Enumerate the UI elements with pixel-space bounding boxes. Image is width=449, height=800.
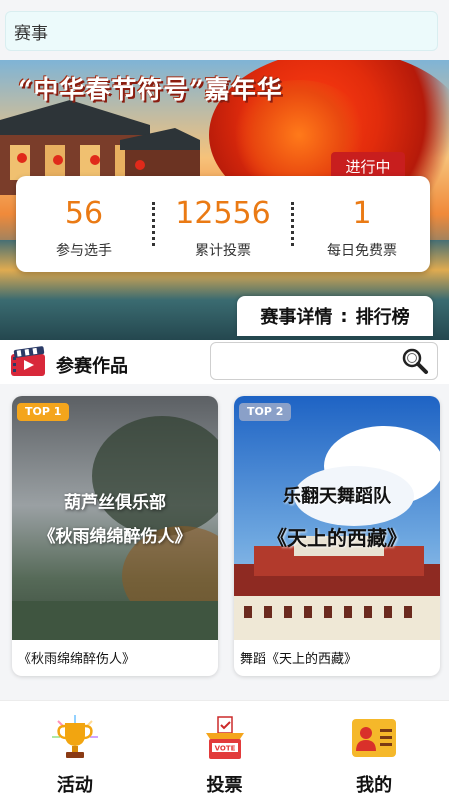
works-section-title: 参赛作品 <box>56 356 128 377</box>
stat-value: 12556 <box>175 196 271 231</box>
works-section-header: 参赛作品 <box>0 340 449 384</box>
event-search-placeholder: 赛事 <box>14 23 48 44</box>
stats-card: 56 参与选手 12556 累计投票 1 每日免费票 <box>16 176 430 272</box>
trophy-icon <box>51 715 98 758</box>
entry-caption: 《秋雨绵绵醉伤人》 <box>18 652 136 667</box>
entry-card[interactable]: TOP 1 葫芦丝俱乐部 《秋雨绵绵醉伤人》 《秋雨绵绵醉伤人》 <box>12 396 218 676</box>
banner-title: “中华春节符号”嘉年华 <box>18 75 283 104</box>
event-tabs: 赛事详情 : 排行榜 <box>237 296 433 336</box>
app-root: 赛事 “中华春节符号”嘉年华 进行中 56 参与选手 12556 累计投票 1 … <box>0 0 449 800</box>
rank-badge: TOP 1 <box>17 403 70 421</box>
entry-card[interactable]: TOP 2 乐翻天舞蹈队 《天上的西藏》 舞蹈《天上的西藏》 <box>234 396 440 676</box>
entry-caption: 舞蹈《天上的西藏》 <box>240 652 358 667</box>
vote-box-icon: VOTE <box>205 716 244 759</box>
film-icon <box>11 346 45 376</box>
works-grid: TOP 1 葫芦丝俱乐部 《秋雨绵绵醉伤人》 《秋雨绵绵醉伤人》 TOP 2 乐… <box>0 384 449 700</box>
nav-item-mine[interactable]: 我的 <box>299 701 449 800</box>
search-icon[interactable] <box>401 347 429 375</box>
profile-card-icon <box>352 719 397 757</box>
entry-cover-image <box>12 396 218 640</box>
stat-daily-free-votes: 1 每日免费票 <box>294 176 430 272</box>
stat-value: 1 <box>352 196 372 231</box>
tab-ranking[interactable]: 排行榜 <box>356 303 410 329</box>
tab-event-details[interactable]: 赛事详情 <box>260 303 332 329</box>
entry-overlay-team: 乐翻天舞蹈队 <box>283 486 391 507</box>
nav-label: 活动 <box>56 775 93 796</box>
stat-participants: 56 参与选手 <box>16 176 152 272</box>
stat-label: 每日免费票 <box>327 243 397 259</box>
event-search-bar[interactable]: 赛事 <box>5 11 438 51</box>
nav-label: 我的 <box>356 775 393 796</box>
entry-cover-image <box>234 396 440 640</box>
works-search-input[interactable] <box>210 342 438 380</box>
rank-badge: TOP 2 <box>239 403 292 421</box>
stat-label: 累计投票 <box>195 243 251 259</box>
nav-item-vote[interactable]: VOTE 投票 <box>150 701 300 800</box>
entry-overlay-title: 《天上的西藏》 <box>267 526 407 550</box>
stat-total-votes: 12556 累计投票 <box>155 176 291 272</box>
stat-value: 56 <box>64 196 104 231</box>
nav-label: 投票 <box>206 775 243 796</box>
vote-icon-text: VOTE <box>214 745 235 753</box>
tab-separator: : <box>340 305 348 327</box>
bottom-nav: 活动 VOTE 投票 我的 <box>0 700 449 800</box>
stat-label: 参与选手 <box>56 243 112 259</box>
nav-item-activity[interactable]: 活动 <box>0 701 150 800</box>
entry-overlay-team: 葫芦丝俱乐部 <box>64 493 166 513</box>
entry-overlay-title: 《秋雨绵绵醉伤人》 <box>38 527 192 547</box>
